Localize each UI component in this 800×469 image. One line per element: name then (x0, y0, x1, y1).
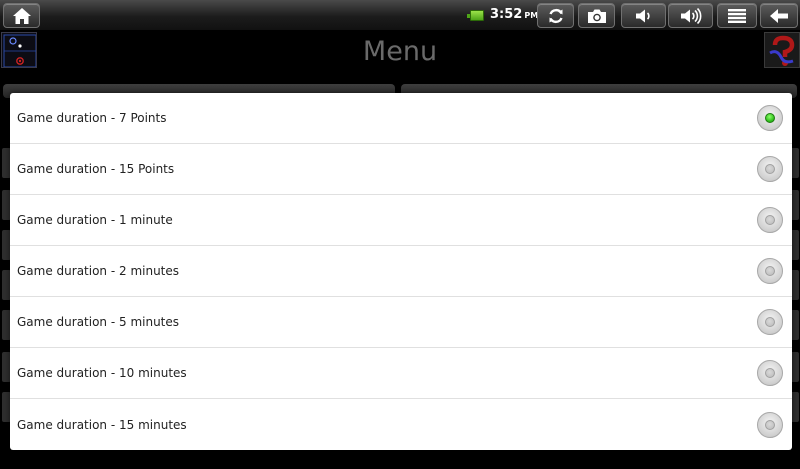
game-field-thumbnail[interactable] (1, 32, 37, 68)
radio-dot (765, 368, 775, 378)
option-row-10-minutes[interactable]: Game duration - 10 minutes (10, 348, 792, 399)
back-button[interactable] (760, 3, 798, 28)
radio-dot (765, 266, 775, 276)
option-label: Game duration - 15 Points (17, 162, 175, 176)
battery-icon (467, 10, 484, 21)
menu-button[interactable] (717, 3, 757, 28)
screenshot-button[interactable] (578, 3, 615, 28)
clock-time: 3:52 (490, 7, 523, 22)
app-title-bar: Menu (0, 32, 800, 70)
help-thumbnail[interactable] (764, 32, 800, 68)
radio-dot (765, 419, 775, 430)
radio-button[interactable] (757, 105, 783, 131)
back-arrow-icon (770, 8, 788, 23)
option-label: Game duration - 1 minute (17, 213, 173, 227)
camera-icon (587, 9, 606, 23)
option-label: Game duration - 15 minutes (17, 417, 187, 432)
game-duration-dialog: Game duration - 7 Points Game duration -… (10, 93, 792, 450)
option-row-15-points[interactable]: Game duration - 15 Points (10, 144, 792, 195)
game-field-icon (2, 33, 36, 67)
volume-down-icon (635, 9, 650, 22)
volume-up-icon (680, 7, 701, 24)
option-row-7-points[interactable]: Game duration - 7 Points (10, 93, 792, 144)
radio-dot (765, 164, 775, 174)
radio-button[interactable] (757, 258, 783, 284)
status-clock: 3:52 PM (490, 7, 538, 22)
radio-button[interactable] (757, 360, 783, 386)
radio-button[interactable] (757, 156, 783, 182)
option-row-5-minutes[interactable]: Game duration - 5 minutes (10, 297, 792, 348)
home-button[interactable] (3, 3, 40, 28)
sync-icon (548, 8, 563, 23)
home-icon (12, 7, 31, 24)
menu-icon (728, 8, 746, 23)
radio-button[interactable] (757, 309, 783, 335)
volume-down-button[interactable] (621, 3, 666, 28)
option-label: Game duration - 5 minutes (17, 315, 180, 329)
radio-button[interactable] (757, 207, 783, 233)
help-icon (765, 33, 799, 67)
volume-up-button[interactable] (668, 3, 713, 28)
option-row-15-minutes[interactable]: Game duration - 15 minutes (10, 399, 792, 450)
option-label: Game duration - 2 minutes (17, 264, 180, 278)
radio-dot (765, 317, 775, 327)
radio-button[interactable] (757, 411, 783, 438)
option-label: Game duration - 7 Points (17, 111, 167, 125)
radio-dot (765, 113, 775, 123)
page-title: Menu (362, 36, 438, 67)
sync-button[interactable] (537, 3, 574, 28)
option-label: Game duration - 10 minutes (17, 366, 187, 380)
radio-dot (765, 215, 775, 225)
option-row-1-minute[interactable]: Game duration - 1 minute (10, 195, 792, 246)
option-row-2-minutes[interactable]: Game duration - 2 minutes (10, 246, 792, 297)
status-bar: 3:52 PM (0, 0, 800, 31)
